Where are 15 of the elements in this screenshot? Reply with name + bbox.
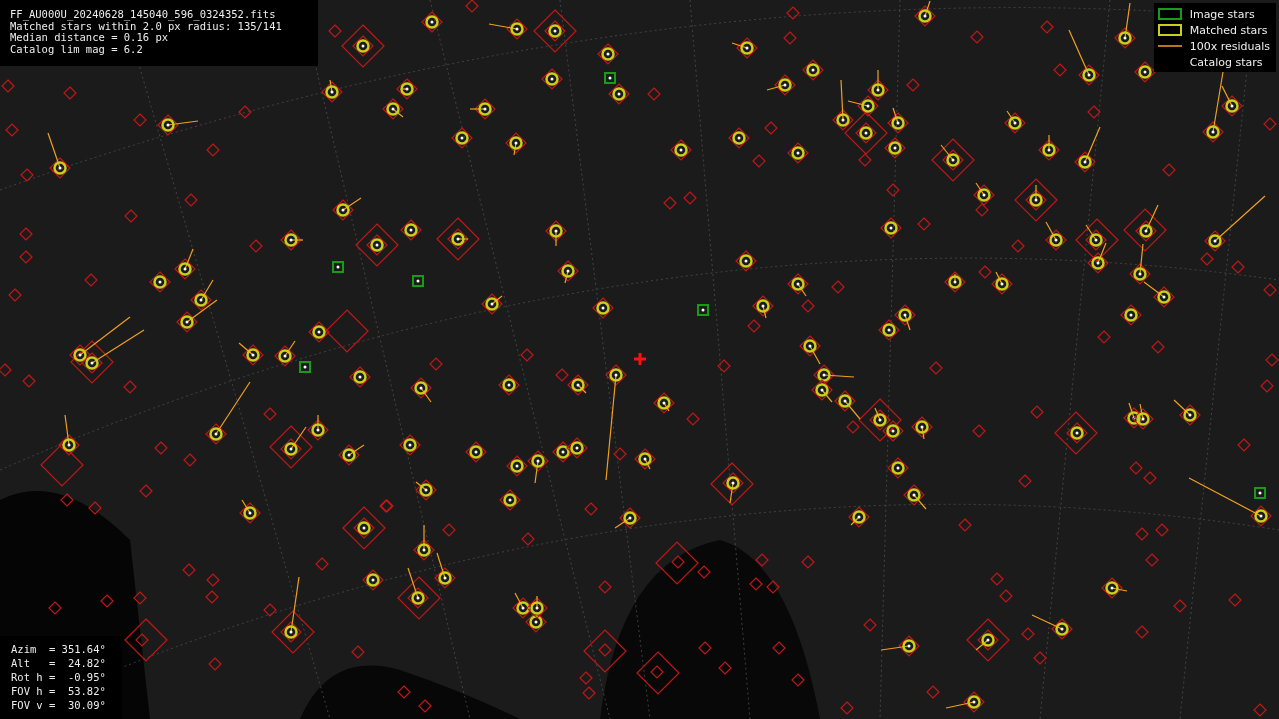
legend-label: Image stars <box>1189 7 1255 21</box>
legend-label: Matched stars <box>1189 23 1268 37</box>
matched-star-swatch-icon <box>1157 24 1182 36</box>
legend-label: 100x residuals <box>1189 39 1270 53</box>
info-text: FF_AU000U_20240628_145040_596_0324352.fits <box>10 9 277 21</box>
legend-label: Catalog stars <box>1189 55 1263 69</box>
pointing-text: Alt = 24.82° <box>11 656 107 670</box>
pointing-text: Rot h = -0.95° <box>11 670 107 684</box>
pointing-text: FOV v = 30.09° <box>11 698 107 712</box>
pointing-text: Azim = 351.64° <box>11 642 107 656</box>
image-star-swatch-icon <box>1157 8 1182 20</box>
info-text: Matched stars within 2.0 px radius: 135/141 <box>10 20 283 32</box>
info-text: Median distance = 0.16 px <box>10 32 169 44</box>
info-text: Catalog lim mag = 6.2 <box>10 43 144 55</box>
pointing-text: FOV h = 53.82° <box>11 684 107 698</box>
